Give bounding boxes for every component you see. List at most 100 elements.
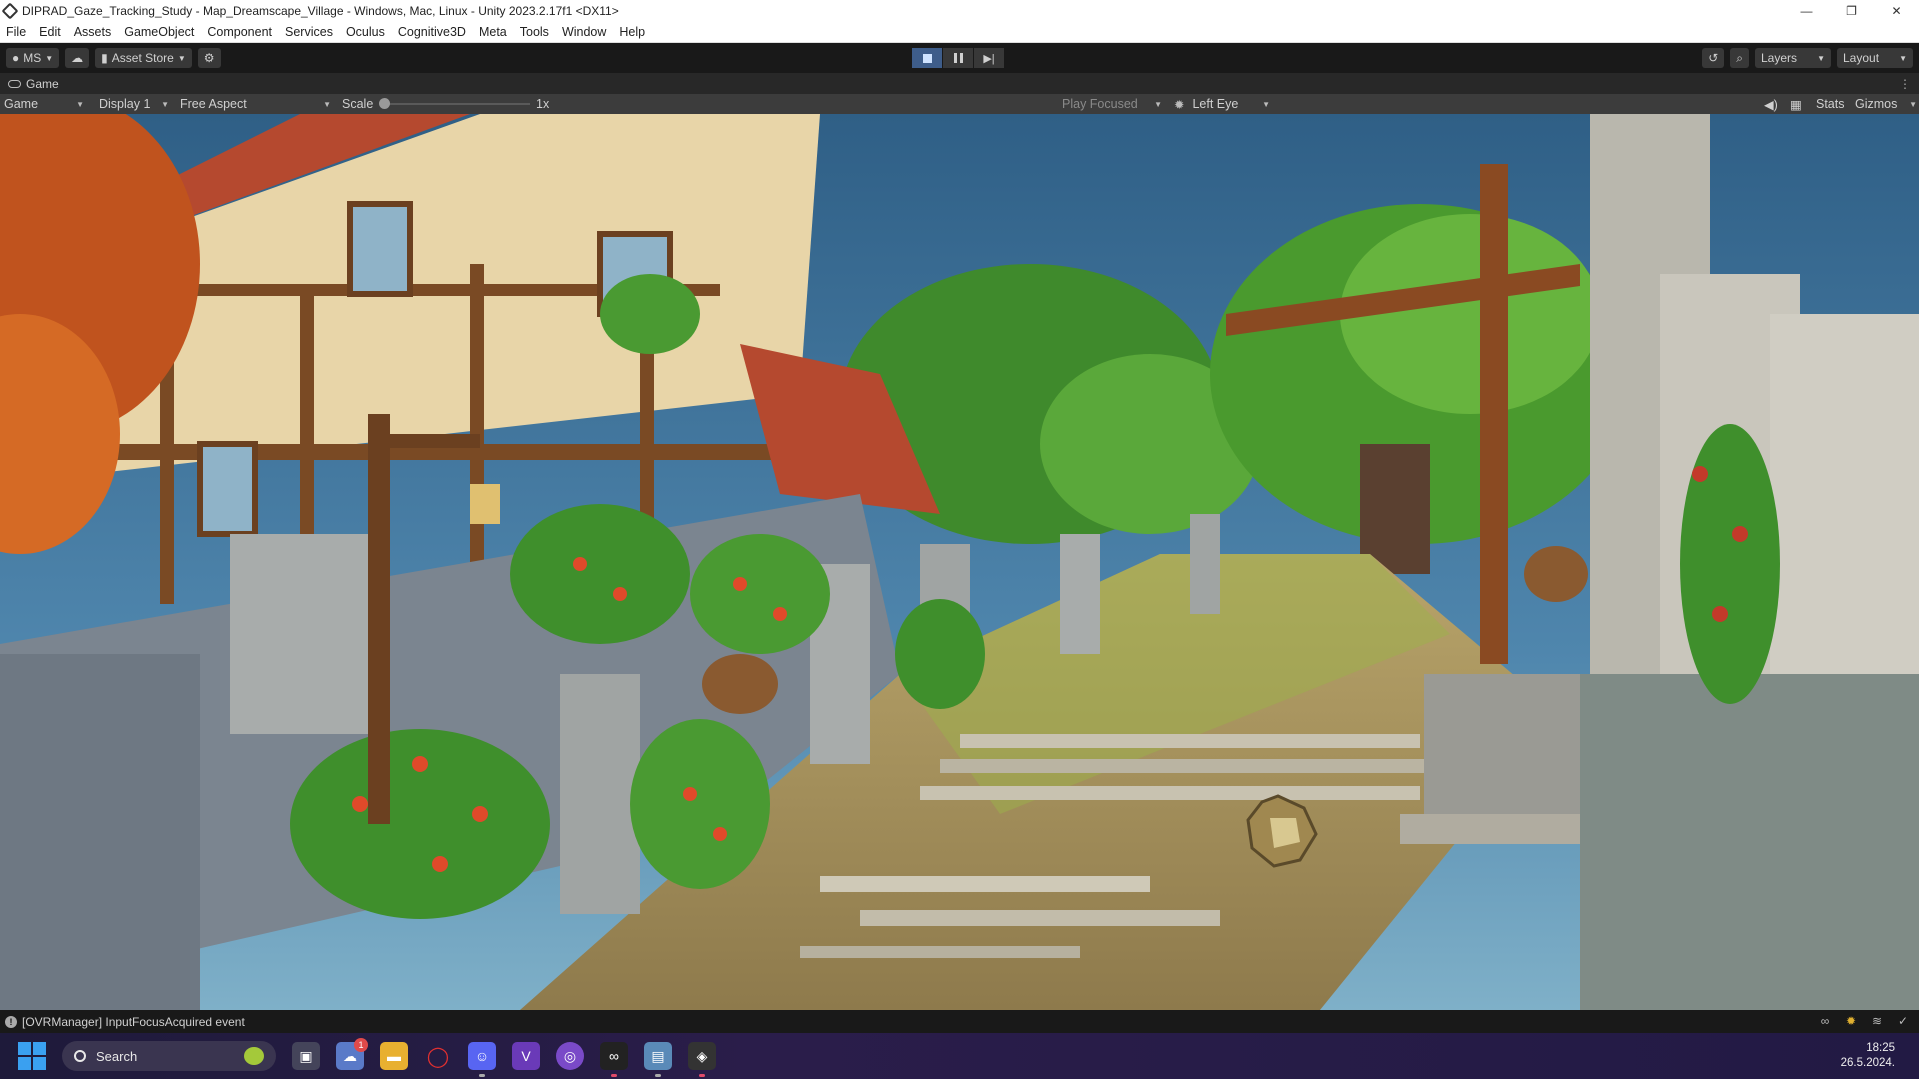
window-controls: — ❐ ✕ (1784, 0, 1919, 22)
menu-services[interactable]: Services (285, 25, 333, 39)
menu-meta[interactable]: Meta (479, 25, 507, 39)
display-dropdown[interactable]: Display 1 ▼ (99, 94, 173, 114)
console-message[interactable]: [OVRManager] InputFocusAcquired event (22, 1015, 245, 1029)
remote-desktop-icon[interactable]: ▤ (644, 1042, 672, 1077)
step-icon: ▶| (983, 52, 995, 65)
grid-toggle[interactable]: ▦ (1790, 94, 1802, 114)
search-highlight-icon (244, 1047, 264, 1065)
minimize-button[interactable]: — (1784, 0, 1829, 22)
search-button[interactable]: ⌕ (1730, 48, 1749, 68)
status-bar: ! [OVRManager] InputFocusAcquired event … (0, 1010, 1919, 1033)
windows-start-button[interactable] (18, 1042, 46, 1070)
menu-oculus[interactable]: Oculus (346, 25, 385, 39)
info-icon: ! (5, 1015, 17, 1028)
aspect-dropdown[interactable]: Free Aspect ▼ (180, 94, 335, 114)
asset-store-label: Asset Store (111, 51, 174, 65)
step-button[interactable]: ▶| (974, 48, 1004, 68)
restore-button[interactable]: ❐ (1829, 0, 1874, 22)
unity-icon (1, 2, 19, 20)
audio-icon: ◀) (1764, 97, 1778, 112)
menu-file[interactable]: File (6, 25, 26, 39)
chevron-down-icon: ▼ (161, 99, 169, 109)
grid-icon: ▦ (1790, 97, 1802, 112)
system-clock[interactable]: 18:25 26.5.2024. (1841, 1041, 1895, 1071)
unity-hub-icon[interactable]: ◈ (688, 1042, 716, 1077)
more-options-icon[interactable]: ⋮ (1899, 77, 1911, 91)
taskbar-search[interactable]: Search (62, 1041, 276, 1071)
search-icon: ⌕ (1736, 50, 1743, 65)
close-button[interactable]: ✕ (1874, 0, 1919, 22)
layers-dropdown[interactable]: Layers ▼ (1755, 48, 1831, 68)
check-icon[interactable]: ✓ (1895, 1014, 1911, 1028)
game-scene (0, 114, 1919, 1010)
aspect-label: Free Aspect (180, 97, 247, 111)
cloud-icon: ☁ (71, 51, 84, 65)
stats-button[interactable]: Stats (1816, 94, 1845, 114)
settings-icon: ⚙ (203, 51, 215, 65)
tab-game-label: Game (26, 76, 59, 91)
eye-label: Left Eye (1192, 97, 1239, 111)
play-mode-dropdown[interactable]: Play Focused ▼ (1062, 94, 1166, 114)
menu-edit[interactable]: Edit (39, 25, 61, 39)
clock-date: 26.5.2024. (1840, 1057, 1895, 1069)
settings-button[interactable]: ⚙ (197, 48, 221, 68)
bug-status-icon[interactable]: ✹ (1843, 1014, 1859, 1028)
cache-icon[interactable]: ≋ (1869, 1014, 1885, 1028)
menu-window[interactable]: Window (562, 25, 606, 39)
gizmos-dropdown[interactable]: Gizmos ▼ (1855, 94, 1917, 114)
game-tab-bar: Game ⋮ (0, 73, 1919, 94)
scale-value: 1x (536, 97, 550, 111)
asset-store-icon: ▮ (101, 51, 108, 65)
gamepad-icon (8, 79, 21, 88)
visual-studio-icon[interactable]: V (512, 1042, 540, 1070)
menu-gameobject[interactable]: GameObject (124, 25, 194, 39)
pause-button[interactable] (943, 48, 973, 68)
menu-component[interactable]: Component (207, 25, 272, 39)
account-label: MS (23, 51, 42, 65)
menu-help[interactable]: Help (619, 25, 645, 39)
audio-toggle[interactable]: ◀) (1764, 94, 1778, 114)
window-title: DIPRAD_Gaze_Tracking_Study - Map_Dreamsc… (22, 4, 619, 18)
account-button[interactable]: ● MS ▼ (6, 48, 60, 68)
history-button[interactable]: ↺ (1702, 48, 1725, 68)
chevron-down-icon: ▼ (45, 53, 54, 63)
search-icon (74, 1050, 86, 1062)
view-mode-dropdown[interactable]: Game ▼ (4, 94, 88, 114)
collab-icon[interactable]: ∞ (1817, 1014, 1833, 1028)
chevron-down-icon: ▼ (1899, 53, 1907, 63)
play-controls: ▶| (912, 48, 1005, 68)
notification-badge: 1 (354, 1038, 368, 1052)
layout-dropdown[interactable]: Layout ▼ (1837, 48, 1913, 68)
discord-icon[interactable]: ☺ (468, 1042, 496, 1077)
menu-tools[interactable]: Tools (520, 25, 549, 39)
taskbar-search-label: Search (96, 1048, 138, 1064)
chevron-down-icon: ▼ (177, 53, 186, 63)
menu-cognitive3d[interactable]: Cognitive3D (398, 25, 466, 39)
menu-bar: File Edit Assets GameObject Component Se… (0, 22, 1919, 43)
task-view-icon[interactable]: ▣ (292, 1042, 320, 1070)
eye-dropdown[interactable]: ✹ Left Eye ▼ (1174, 94, 1274, 114)
weather-app-icon[interactable]: ☁ 1 (336, 1038, 368, 1070)
opera-browser-icon[interactable]: ◯ (424, 1042, 452, 1070)
tab-game[interactable]: Game (0, 77, 59, 91)
chevron-down-icon: ▼ (323, 99, 331, 109)
chevron-down-icon: ▼ (1909, 99, 1917, 109)
asset-store-button[interactable]: ▮ Asset Store ▼ (95, 48, 192, 68)
scale-slider-handle[interactable] (379, 98, 390, 109)
chevron-down-icon: ▼ (1154, 99, 1162, 109)
chevron-down-icon: ▼ (76, 99, 84, 109)
github-desktop-icon[interactable]: ◎ (556, 1042, 584, 1070)
menu-assets[interactable]: Assets (74, 25, 112, 39)
game-viewport[interactable] (0, 114, 1919, 1010)
cloud-button[interactable]: ☁ (65, 48, 90, 68)
gizmos-label: Gizmos (1855, 97, 1898, 111)
windows-taskbar: Search ▣ ☁ 1 ▬ ◯ ☺ V ◎ ∞ ▤ ◈ 18:25 26.5.2… (0, 1033, 1919, 1079)
file-explorer-icon[interactable]: ▬ (380, 1042, 408, 1070)
status-icons: ∞ ✹ ≋ ✓ (1807, 1014, 1911, 1028)
stop-button[interactable] (912, 48, 942, 68)
play-mode-label: Play Focused (1062, 97, 1138, 111)
chevron-down-icon: ▼ (1817, 53, 1825, 63)
meta-quest-icon[interactable]: ∞ (600, 1042, 628, 1077)
history-icon: ↺ (1708, 51, 1719, 65)
scale-slider-track[interactable] (384, 103, 530, 105)
